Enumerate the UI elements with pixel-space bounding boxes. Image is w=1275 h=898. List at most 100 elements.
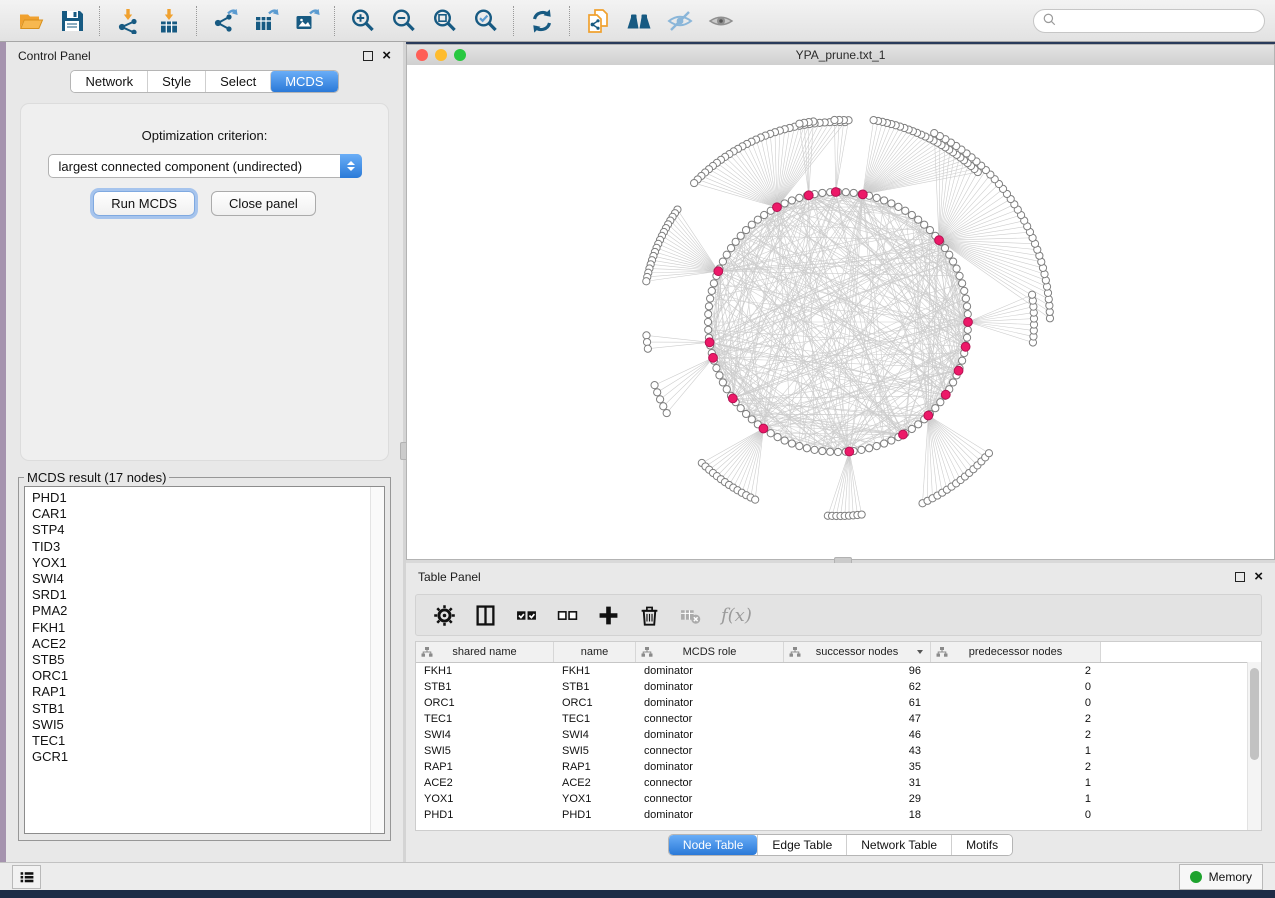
network-leaf-node[interactable] — [643, 332, 650, 339]
network-node[interactable] — [796, 194, 803, 201]
create-column-button[interactable] — [598, 605, 619, 626]
network-node[interactable] — [962, 295, 969, 302]
scrollbar-thumb[interactable] — [1250, 668, 1259, 760]
network-node[interactable] — [719, 258, 726, 265]
network-node[interactable] — [748, 221, 755, 228]
search-box[interactable] — [1033, 9, 1265, 33]
network-leaf-node[interactable] — [752, 496, 759, 503]
node-table-row[interactable]: ORC1ORC1dominator610 — [416, 695, 1261, 711]
network-node[interactable] — [742, 410, 749, 417]
network-node[interactable] — [880, 197, 887, 204]
network-node[interactable] — [827, 448, 834, 455]
close-panel-icon[interactable]: × — [382, 51, 391, 61]
mcds-result-item[interactable]: SWI4 — [32, 571, 370, 587]
network-node[interactable] — [781, 437, 788, 444]
import-network-button[interactable] — [107, 3, 148, 39]
network-node[interactable] — [811, 446, 818, 453]
hide-eye-button[interactable] — [659, 3, 700, 39]
mcds-result-list[interactable]: PHD1CAR1STP4TID3YOX1SWI4SRD1PMA2FKH1ACE2… — [24, 486, 385, 834]
network-hub-node[interactable] — [924, 411, 933, 420]
network-leaf-node[interactable] — [931, 130, 938, 137]
table-scrollbar[interactable] — [1247, 662, 1261, 830]
network-node[interactable] — [895, 203, 902, 210]
refresh-button[interactable] — [521, 3, 562, 39]
network-leaf-node[interactable] — [858, 511, 865, 518]
network-node[interactable] — [716, 372, 723, 379]
network-node[interactable] — [959, 357, 966, 364]
network-leaf-node[interactable] — [654, 389, 661, 396]
network-hub-node[interactable] — [709, 353, 718, 362]
network-hub-node[interactable] — [858, 190, 867, 199]
network-hub-node[interactable] — [899, 430, 908, 439]
network-node[interactable] — [963, 334, 970, 341]
network-node[interactable] — [932, 405, 939, 412]
network-node[interactable] — [767, 430, 774, 437]
export-table-button[interactable] — [245, 3, 286, 39]
network-node[interactable] — [873, 443, 880, 450]
network-node[interactable] — [950, 258, 957, 265]
show-eye-button[interactable] — [700, 3, 741, 39]
network-leaf-node[interactable] — [796, 120, 803, 127]
network-hub-node[interactable] — [705, 338, 714, 347]
mcds-result-item[interactable]: ORC1 — [32, 668, 370, 684]
mcds-result-item[interactable]: YOX1 — [32, 555, 370, 571]
node-table-row[interactable]: SWI4SWI4dominator462 — [416, 727, 1261, 743]
network-hub-node[interactable] — [728, 394, 737, 403]
network-node[interactable] — [737, 232, 744, 239]
network-node[interactable] — [705, 311, 712, 318]
network-node[interactable] — [748, 416, 755, 423]
network-node[interactable] — [946, 251, 953, 258]
column-header-name[interactable]: name — [554, 642, 636, 662]
mcds-result-item[interactable]: RAP1 — [32, 684, 370, 700]
zoom-fit-button[interactable] — [424, 3, 465, 39]
network-node[interactable] — [921, 221, 928, 228]
network-canvas[interactable] — [407, 65, 1274, 559]
network-hub-node[interactable] — [831, 188, 840, 197]
network-node[interactable] — [774, 434, 781, 441]
tab-mcds[interactable]: MCDS — [270, 71, 337, 92]
network-node[interactable] — [937, 399, 944, 406]
tab-network[interactable]: Network — [71, 71, 147, 92]
network-node[interactable] — [788, 197, 795, 204]
network-node[interactable] — [704, 318, 711, 325]
network-hub-node[interactable] — [804, 191, 813, 200]
export-image-button[interactable] — [286, 3, 327, 39]
network-node[interactable] — [803, 445, 810, 452]
network-node[interactable] — [964, 311, 971, 318]
network-node[interactable] — [796, 443, 803, 450]
network-node[interactable] — [964, 326, 971, 333]
mcds-result-item[interactable]: GCR1 — [32, 749, 370, 765]
network-node[interactable] — [737, 405, 744, 412]
copy-network-button[interactable] — [577, 3, 618, 39]
node-table-row[interactable]: TEC1TEC1connector472 — [416, 711, 1261, 727]
network-leaf-node[interactable] — [643, 338, 650, 345]
network-node[interactable] — [708, 287, 715, 294]
zoom-out-button[interactable] — [383, 3, 424, 39]
mcds-result-item[interactable]: FKH1 — [32, 620, 370, 636]
network-node[interactable] — [723, 251, 730, 258]
network-hub-node[interactable] — [935, 236, 944, 245]
maximize-window-icon[interactable] — [454, 49, 466, 61]
open-folder-button[interactable] — [10, 3, 51, 39]
split-columns-button[interactable] — [475, 605, 496, 626]
column-header-MCDS-role[interactable]: MCDS role — [636, 642, 784, 662]
network-node[interactable] — [842, 189, 849, 196]
network-node[interactable] — [761, 211, 768, 218]
network-node[interactable] — [873, 194, 880, 201]
network-hub-node[interactable] — [714, 267, 723, 276]
network-node[interactable] — [902, 207, 909, 214]
float-window-icon[interactable] — [363, 51, 373, 61]
search-input[interactable] — [1062, 13, 1256, 29]
close-window-icon[interactable] — [416, 49, 428, 61]
network-window-titlebar[interactable]: YPA_prune.txt_1 — [407, 45, 1274, 66]
delete-columns-button[interactable] — [639, 605, 660, 626]
network-node[interactable] — [908, 211, 915, 218]
mcds-result-item[interactable]: TID3 — [32, 539, 370, 555]
memory-button[interactable]: Memory — [1179, 864, 1263, 890]
table-settings-gear-button[interactable] — [434, 605, 455, 626]
network-node[interactable] — [727, 245, 734, 252]
tab-motifs[interactable]: Motifs — [951, 835, 1012, 855]
mcds-result-item[interactable]: STP4 — [32, 522, 370, 538]
mcds-result-item[interactable]: SWI5 — [32, 717, 370, 733]
optimization-criterion-select[interactable]: largest connected component (undirected) — [48, 154, 362, 178]
